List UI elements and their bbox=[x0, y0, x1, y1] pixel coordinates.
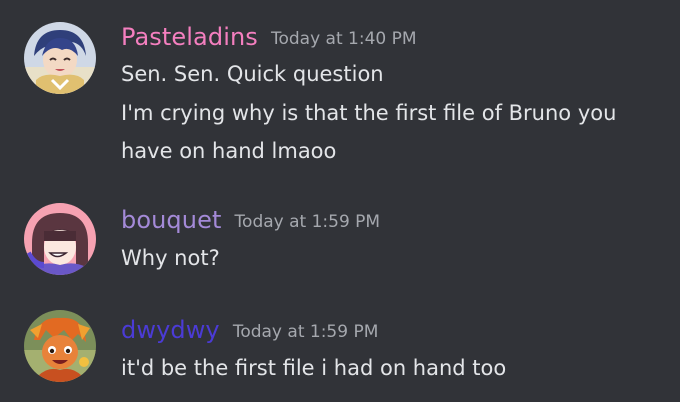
username[interactable]: Pasteladins bbox=[121, 23, 258, 51]
message-header: dwydwy Today at 1:59 PM bbox=[121, 316, 378, 344]
message-text: have on hand lmaoo bbox=[121, 139, 337, 163]
timestamp[interactable]: Today at 1:59 PM bbox=[233, 322, 379, 342]
avatar-pasteladins-image bbox=[24, 22, 96, 94]
chat-log: Pasteladins Today at 1:40 PM Sen. Sen. Q… bbox=[0, 0, 680, 402]
message-text: it'd be the first file i had on hand too bbox=[121, 356, 507, 380]
message-text: I'm crying why is that the first file of… bbox=[121, 101, 617, 125]
avatar[interactable] bbox=[24, 22, 96, 94]
avatar-bouquet-image bbox=[24, 203, 96, 275]
message-header: Pasteladins Today at 1:40 PM bbox=[121, 23, 417, 51]
avatar[interactable] bbox=[24, 203, 96, 275]
timestamp[interactable]: Today at 1:40 PM bbox=[271, 29, 417, 49]
message-text: Why not? bbox=[121, 246, 220, 270]
avatar[interactable] bbox=[24, 310, 96, 382]
username[interactable]: dwydwy bbox=[121, 316, 220, 344]
username[interactable]: bouquet bbox=[121, 206, 221, 234]
message-text: Sen. Sen. Quick question bbox=[121, 62, 384, 86]
timestamp[interactable]: Today at 1:59 PM bbox=[235, 212, 381, 232]
avatar-dwydwy-image bbox=[24, 310, 96, 382]
message-header: bouquet Today at 1:59 PM bbox=[121, 206, 380, 234]
